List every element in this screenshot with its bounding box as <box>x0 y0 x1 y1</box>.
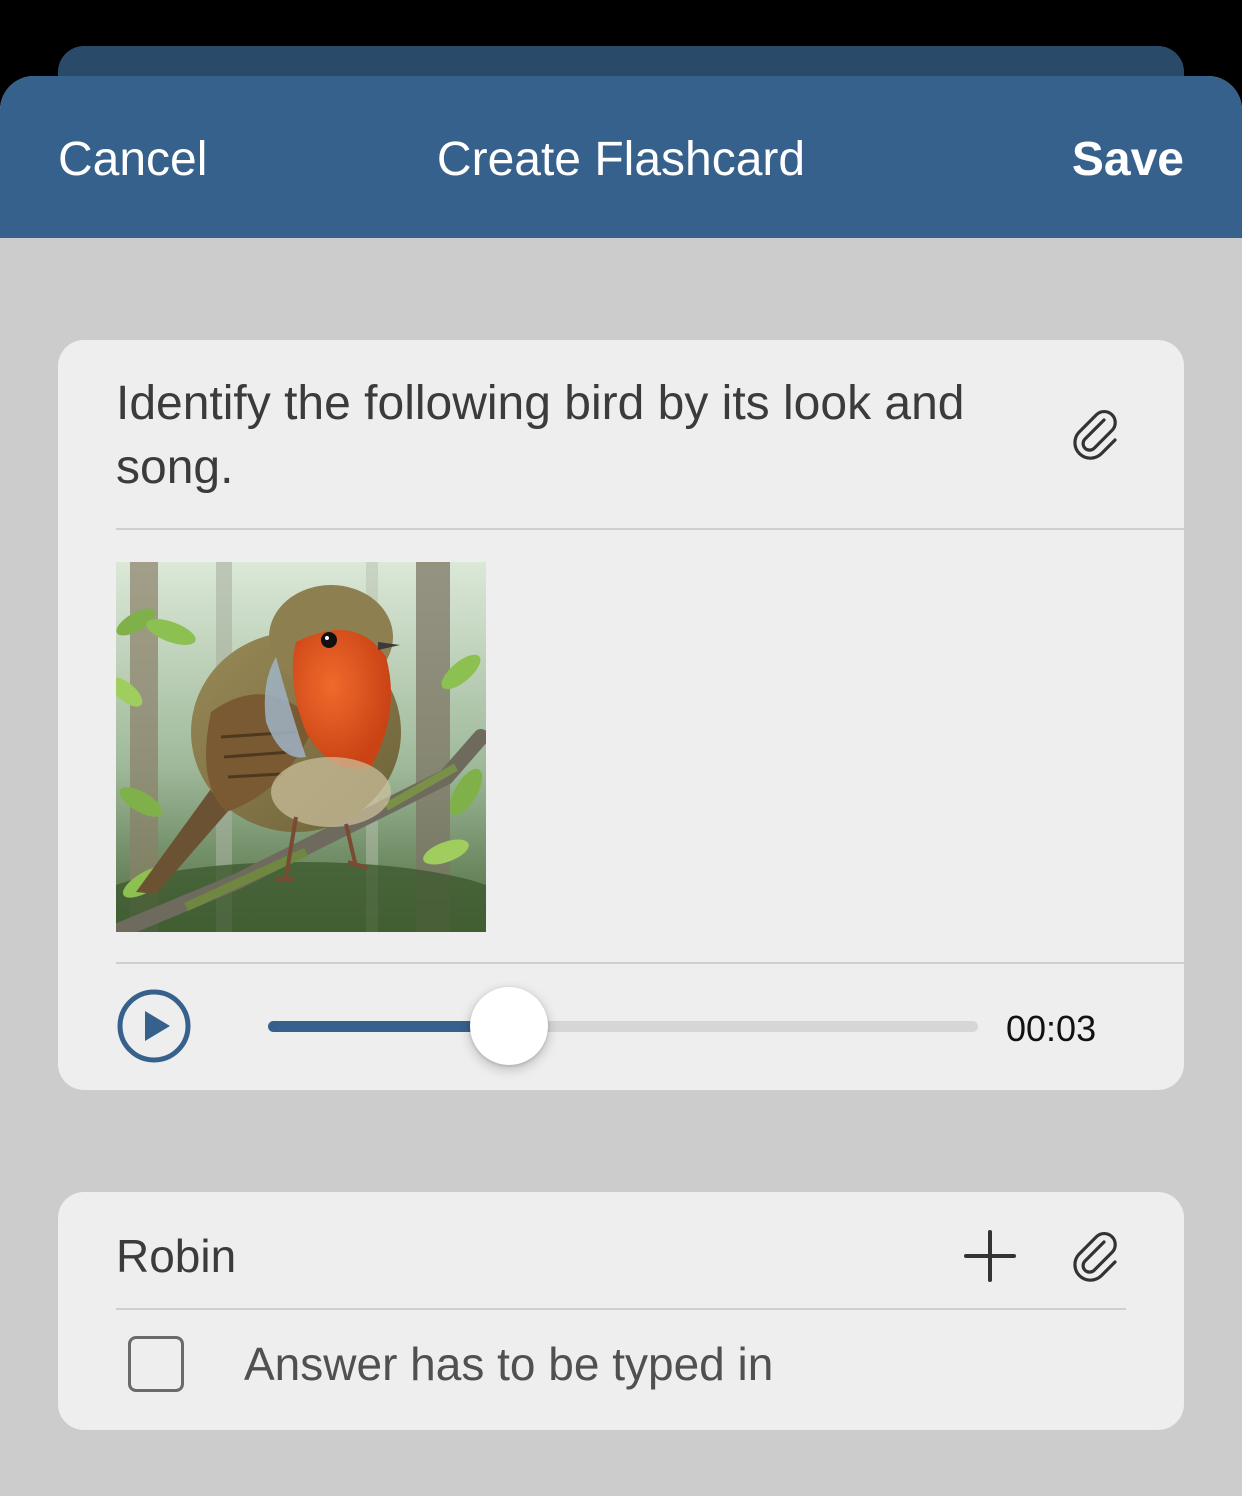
answer-input[interactable]: Robin <box>116 1226 896 1286</box>
paperclip-icon[interactable] <box>1068 1228 1124 1284</box>
play-icon <box>117 989 191 1063</box>
question-card: Identify the following bird by its look … <box>58 340 1184 1090</box>
page-title: Create Flashcard <box>436 133 806 186</box>
divider <box>116 1308 1126 1310</box>
paperclip-icon[interactable] <box>1068 406 1124 462</box>
question-input[interactable]: Identify the following bird by its look … <box>116 372 1016 500</box>
audio-progress-slider[interactable] <box>268 987 978 1065</box>
divider <box>116 528 1184 530</box>
answer-card: Robin Answer has to be typed in <box>58 1192 1184 1430</box>
nav-bar: Cancel Create Flashcard Save <box>0 76 1242 238</box>
create-flashcard-sheet: Cancel Create Flashcard Save Identify th… <box>0 76 1242 1496</box>
save-button[interactable]: Save <box>1072 132 1184 187</box>
typed-answer-label[interactable]: Answer has to be typed in <box>244 1334 773 1394</box>
audio-progress-thumb[interactable] <box>470 987 549 1065</box>
typed-answer-checkbox[interactable] <box>128 1336 184 1392</box>
bird-image[interactable] <box>116 562 486 932</box>
audio-time: 00:03 <box>1006 1008 1097 1049</box>
plus-icon[interactable] <box>962 1228 1018 1284</box>
play-button[interactable] <box>116 988 192 1064</box>
divider <box>116 962 1184 964</box>
